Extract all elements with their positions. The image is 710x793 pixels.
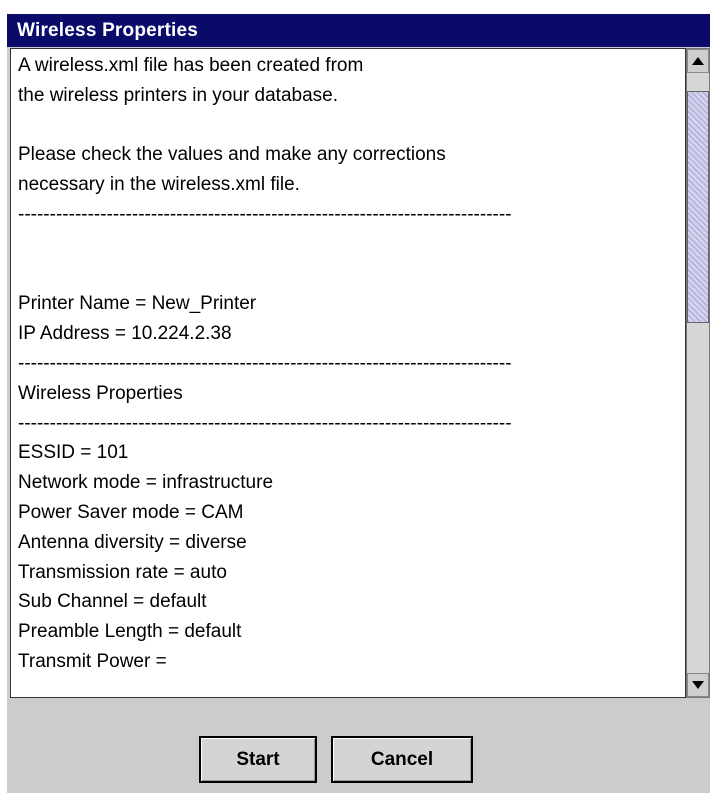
wireless-properties-dialog: Wireless Properties ✕ A wireless.xml fil… xyxy=(7,14,710,793)
scroll-up-button[interactable] xyxy=(687,49,709,73)
text-line: the wireless printers in your database. xyxy=(18,84,338,106)
text-line: Please check the values and make any cor… xyxy=(18,144,446,166)
text-line: Printer Name = New_Printer xyxy=(18,293,257,315)
scrollbar-thumb[interactable] xyxy=(687,91,709,323)
window-title: Wireless Properties xyxy=(17,20,199,41)
title-bar[interactable]: Wireless Properties xyxy=(7,14,710,47)
text-line: Transmit Power = xyxy=(18,650,167,672)
text-line: Transmission rate = auto xyxy=(18,561,227,583)
text-line xyxy=(18,230,512,260)
text-line: Power Saver mode = CAM xyxy=(18,501,244,523)
text-line: ESSID = 101 xyxy=(18,442,129,464)
cancel-button[interactable]: Cancel xyxy=(331,736,473,783)
text-line: Sub Channel = default xyxy=(18,591,207,613)
text-line xyxy=(18,260,512,290)
arrow-down-icon xyxy=(692,681,704,689)
vertical-scrollbar[interactable] xyxy=(686,48,710,698)
text-line xyxy=(18,111,512,141)
separator-line: ----------------------------------------… xyxy=(18,412,512,434)
separator-line: ----------------------------------------… xyxy=(18,352,512,374)
text-line: Network mode = infrastructure xyxy=(18,472,274,494)
scroll-down-button[interactable] xyxy=(687,673,709,697)
text-line: A wireless.xml file has been created fro… xyxy=(18,55,364,76)
text-line: Antenna diversity = diverse xyxy=(18,531,247,553)
separator-line: ----------------------------------------… xyxy=(18,203,512,225)
text-line: Preamble Length = default xyxy=(18,621,242,643)
start-button[interactable]: Start xyxy=(199,736,317,783)
info-text-lines: A wireless.xml file has been created fro… xyxy=(18,51,512,677)
button-bar: Start Cancel xyxy=(7,711,710,793)
text-line: IP Address = 10.224.2.38 xyxy=(18,323,232,345)
info-text-area[interactable]: A wireless.xml file has been created fro… xyxy=(10,48,686,698)
text-line: Wireless Properties xyxy=(18,382,183,404)
arrow-up-icon xyxy=(692,57,704,65)
text-line: necessary in the wireless.xml file. xyxy=(18,174,300,196)
